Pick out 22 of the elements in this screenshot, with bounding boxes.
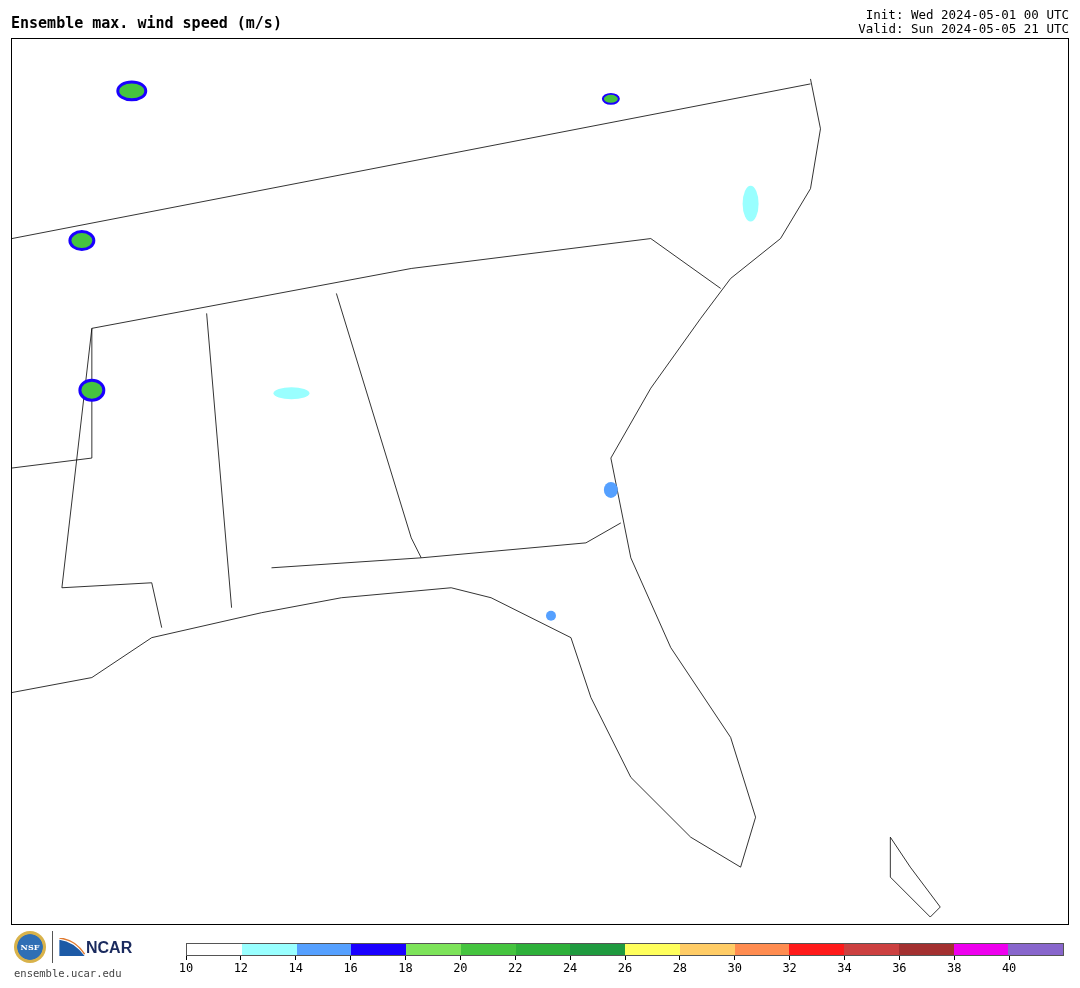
tick-label: 18: [398, 961, 413, 975]
tick-label: 28: [672, 961, 688, 975]
nsf-logo: NSF: [14, 931, 46, 963]
tick-label: 26: [617, 961, 633, 975]
run-time-label: Valid: Sun 2024-05-05 21 UTC: [858, 22, 1069, 36]
run-time-label: Init: Wed 2024-05-01 00 UTC: [864, 8, 1069, 22]
chart-title: Ensemble max. wind speed (m/s): [11, 14, 282, 34]
tick-label: 10: [178, 961, 194, 975]
tick-label: 30: [727, 961, 742, 975]
tick-label: 40: [1001, 961, 1017, 975]
tick-label: 22: [508, 961, 523, 975]
tick-label: 20: [453, 961, 468, 975]
tick-label: 36: [892, 961, 907, 975]
site-url: ensemble.ucar.edu: [14, 967, 123, 979]
tick-label: 14: [288, 961, 303, 975]
tick-label: 32: [782, 961, 797, 975]
tick-label: 24: [562, 961, 578, 975]
tick-label: 12: [233, 961, 249, 975]
tick-label: 38: [947, 961, 962, 975]
ncar-logo: NCAR: [59, 938, 133, 956]
tick-label: 16: [343, 961, 358, 975]
tick-label: 34: [837, 961, 852, 975]
